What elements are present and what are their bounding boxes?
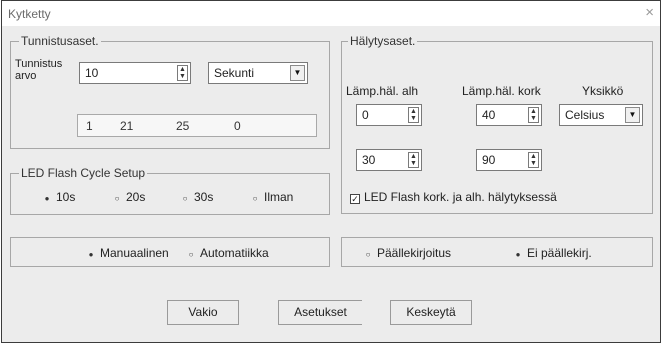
led-cycle-20s[interactable]: ○ 20s <box>113 190 146 204</box>
alarm-low-stepper[interactable]: 0 ▲ ▼ <box>356 104 422 126</box>
spin-arrows-icon[interactable]: ▲ ▼ <box>177 65 188 81</box>
close-icon[interactable]: × <box>645 4 654 21</box>
alarm-unit-select[interactable]: Celsius ▼ <box>559 104 643 126</box>
detection-settings-legend: Tunnistusaset. <box>19 34 101 48</box>
detection-value-label-line1: Tunnistus <box>15 58 63 70</box>
radio-selected-icon: ● <box>44 194 50 203</box>
alarm-low-stepper-2[interactable]: 30 ▲ ▼ <box>356 149 422 171</box>
window-title: Kytketty <box>8 7 51 21</box>
led-cycle-group: LED Flash Cycle Setup ● 10s ○ 20s ○ 30s ○ Il… <box>10 166 330 215</box>
mode-manual[interactable]: ● Manuaalinen <box>87 246 169 260</box>
detection-unit-value: Sekunti <box>214 66 255 80</box>
cancel-button[interactable]: Keskeytä <box>390 300 472 325</box>
led-alarm-checkbox[interactable]: ✓ LED Flash kork. ja alh. hälytyksessä <box>350 190 557 204</box>
alarm-high-label: Lämp.häl. kork <box>462 84 541 98</box>
alarm-high-stepper-2[interactable]: 90 ▲ ▼ <box>476 149 542 171</box>
mode-group: ● Manuaalinen ○ Automatiikka <box>10 237 330 267</box>
detection-readout: 1 21 25 0 <box>77 114 317 137</box>
led-cycle-10s[interactable]: ● 10s <box>43 190 76 204</box>
detection-value-stepper[interactable]: 10 ▲ ▼ <box>79 62 191 84</box>
led-cycle-30s[interactable]: ○ 30s <box>181 190 214 204</box>
mode-automatic[interactable]: ○ Automatiikka <box>187 246 269 260</box>
radio-selected-icon: ● <box>515 250 521 259</box>
readout-value-3: 25 <box>176 119 190 133</box>
detection-value: 10 <box>85 66 99 80</box>
radio-icon: ○ <box>188 250 194 259</box>
radio-icon: ○ <box>182 194 188 203</box>
alarm-high-value-2: 90 <box>482 153 496 167</box>
overwrite-off[interactable]: ● Ei päällekirj. <box>514 246 592 260</box>
alarm-low-value: 0 <box>362 108 369 122</box>
alarm-settings-group: Hälytysaset. Lämp.häl. alh Lämp.häl. kor… <box>341 34 653 214</box>
checkbox-checked-icon: ✓ <box>350 194 360 204</box>
settings-button[interactable]: Asetukset <box>278 300 362 325</box>
readout-value-1: 1 <box>86 119 93 133</box>
alarm-unit-label: Yksikkö <box>582 84 624 98</box>
radio-icon: ○ <box>365 250 371 259</box>
chevron-down-icon[interactable]: ▼ <box>290 65 305 81</box>
overwrite-on[interactable]: ○ Päällekirjoitus <box>364 246 451 260</box>
spin-arrows-icon[interactable]: ▲ ▼ <box>528 107 539 123</box>
readout-value-4: 0 <box>234 119 241 133</box>
alarm-unit-value: Celsius <box>565 108 605 122</box>
settings-dialog: Kytketty × Tunnistusaset. Tunnistus arvo… <box>1 0 661 343</box>
alarm-settings-legend: Hälytysaset. <box>348 34 418 48</box>
detection-value-label-line2: arvo <box>15 70 37 82</box>
led-cycle-legend: LED Flash Cycle Setup <box>19 166 148 180</box>
title-bar: Kytketty × <box>2 1 660 26</box>
detection-unit-select[interactable]: Sekunti ▼ <box>208 62 308 84</box>
overwrite-group: ○ Päällekirjoitus ● Ei päällekirj. <box>341 237 653 267</box>
spin-arrows-icon[interactable]: ▲ ▼ <box>528 152 539 168</box>
readout-value-2: 21 <box>120 119 134 133</box>
detection-settings-group: Tunnistusaset. Tunnistus arvo 10 ▲ ▼ Seku… <box>10 34 330 149</box>
alarm-low-label: Lämp.häl. alh <box>346 84 419 98</box>
alarm-low-value-2: 30 <box>362 153 376 167</box>
led-cycle-none[interactable]: ○ Ilman <box>251 190 294 204</box>
radio-selected-icon: ● <box>88 250 94 259</box>
spin-arrows-icon[interactable]: ▲ ▼ <box>408 107 419 123</box>
alarm-high-value: 40 <box>482 108 496 122</box>
default-button[interactable]: Vakio <box>167 300 239 325</box>
alarm-high-stepper[interactable]: 40 ▲ ▼ <box>476 104 542 126</box>
chevron-down-icon[interactable]: ▼ <box>625 107 640 123</box>
led-alarm-checkbox-label: LED Flash kork. ja alh. hälytyksessä <box>364 190 557 204</box>
spin-arrows-icon[interactable]: ▲ ▼ <box>408 152 419 168</box>
radio-icon: ○ <box>114 194 120 203</box>
radio-icon: ○ <box>252 194 258 203</box>
